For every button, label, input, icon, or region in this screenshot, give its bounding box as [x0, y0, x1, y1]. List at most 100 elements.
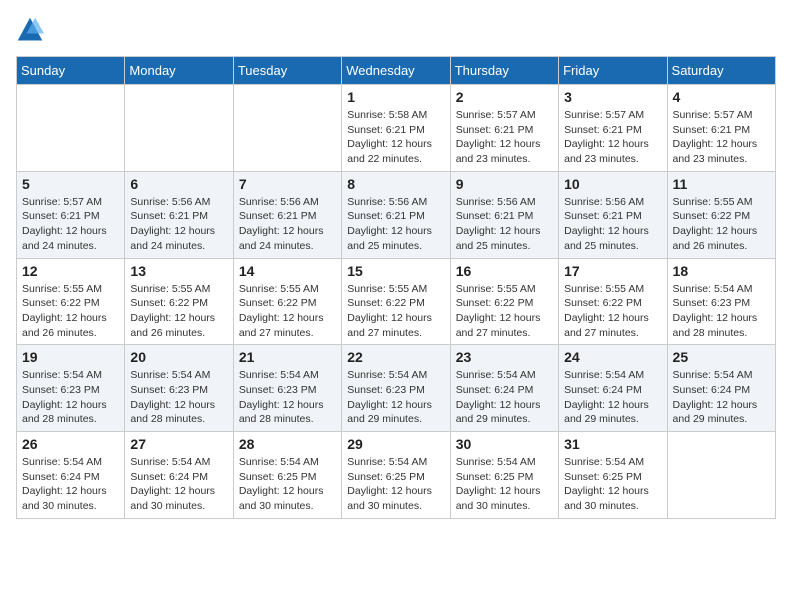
calendar-week-5: 26 Sunrise: 5:54 AMSunset: 6:24 PMDayligh… — [17, 432, 776, 519]
cell-sun-info: Sunrise: 5:55 AMSunset: 6:22 PMDaylight:… — [564, 282, 661, 341]
weekday-header-saturday: Saturday — [667, 57, 775, 85]
calendar-week-1: 1 Sunrise: 5:58 AMSunset: 6:21 PMDaylight… — [17, 85, 776, 172]
day-number: 24 — [564, 349, 661, 365]
day-number: 12 — [22, 263, 119, 279]
cell-sun-info: Sunrise: 5:55 AMSunset: 6:22 PMDaylight:… — [673, 195, 770, 254]
calendar-cell: 24Sunrise: 5:54 AMSunset: 6:24 PMDayligh… — [559, 345, 667, 432]
day-number: 13 — [130, 263, 227, 279]
cell-sun-info: Sunrise: 5:57 AMSunset: 6:21 PMDaylight:… — [564, 108, 661, 167]
calendar-week-4: 19 Sunrise: 5:54 AMSunset: 6:23 PMDayligh… — [17, 345, 776, 432]
calendar-cell: 5 Sunrise: 5:57 AMSunset: 6:21 PMDaylight… — [17, 171, 125, 258]
weekday-header-thursday: Thursday — [450, 57, 558, 85]
calendar-cell — [17, 85, 125, 172]
day-number: 19 — [22, 349, 119, 365]
calendar-cell: 26Sunrise: 5:54 AMSunset: 6:24 PMDayligh… — [17, 432, 125, 519]
cell-sun-info: Sunrise: 5:54 AMSunset: 6:24 PMDaylight:… — [456, 368, 553, 427]
day-number: 21 — [239, 349, 336, 365]
cell-sun-info: Sunrise: 5:55 AMSunset: 6:22 PMDaylight:… — [347, 282, 444, 341]
day-number: 6 — [130, 176, 227, 192]
day-number: 23 — [456, 349, 553, 365]
calendar-cell: 21 Sunrise: 5:54 AMSunset: 6:23 PMDayligh… — [233, 345, 341, 432]
calendar-cell: 19 Sunrise: 5:54 AMSunset: 6:23 PMDayligh… — [17, 345, 125, 432]
day-number: 1 — [347, 89, 444, 105]
weekday-header-monday: Monday — [125, 57, 233, 85]
cell-sun-info: Sunrise: 5:54 AMSunset: 6:25 PMDaylight:… — [347, 455, 444, 514]
calendar-cell: 27 Sunrise: 5:54 AMSunset: 6:24 PMDayligh… — [125, 432, 233, 519]
cell-sun-info: Sunrise: 5:55 AMSunset: 6:22 PMDaylight:… — [239, 282, 336, 341]
calendar-cell: 17 Sunrise: 5:55 AMSunset: 6:22 PMDayligh… — [559, 258, 667, 345]
calendar-cell: 12Sunrise: 5:55 AMSunset: 6:22 PMDayligh… — [17, 258, 125, 345]
weekday-header-friday: Friday — [559, 57, 667, 85]
calendar-cell: 14 Sunrise: 5:55 AMSunset: 6:22 PMDayligh… — [233, 258, 341, 345]
cell-sun-info: Sunrise: 5:55 AMSunset: 6:22 PMDaylight:… — [130, 282, 227, 341]
calendar-cell — [125, 85, 233, 172]
calendar-cell: 6Sunrise: 5:56 AMSunset: 6:21 PMDaylight… — [125, 171, 233, 258]
calendar-cell: 18Sunrise: 5:54 AMSunset: 6:23 PMDayligh… — [667, 258, 775, 345]
day-number: 27 — [130, 436, 227, 452]
cell-sun-info: Sunrise: 5:56 AMSunset: 6:21 PMDaylight:… — [564, 195, 661, 254]
day-number: 29 — [347, 436, 444, 452]
calendar-week-2: 5 Sunrise: 5:57 AMSunset: 6:21 PMDaylight… — [17, 171, 776, 258]
calendar-cell: 15 Sunrise: 5:55 AMSunset: 6:22 PMDayligh… — [342, 258, 450, 345]
calendar-table: SundayMondayTuesdayWednesdayThursdayFrid… — [16, 56, 776, 519]
calendar-cell: 11 Sunrise: 5:55 AMSunset: 6:22 PMDayligh… — [667, 171, 775, 258]
cell-sun-info: Sunrise: 5:57 AMSunset: 6:21 PMDaylight:… — [456, 108, 553, 167]
day-number: 14 — [239, 263, 336, 279]
page-header — [16, 16, 776, 44]
day-number: 20 — [130, 349, 227, 365]
day-number: 8 — [347, 176, 444, 192]
calendar-cell: 20 Sunrise: 5:54 AMSunset: 6:23 PMDayligh… — [125, 345, 233, 432]
calendar-cell: 4Sunrise: 5:57 AMSunset: 6:21 PMDaylight… — [667, 85, 775, 172]
cell-sun-info: Sunrise: 5:58 AMSunset: 6:21 PMDaylight:… — [347, 108, 444, 167]
calendar-cell: 13 Sunrise: 5:55 AMSunset: 6:22 PMDayligh… — [125, 258, 233, 345]
cell-sun-info: Sunrise: 5:54 AMSunset: 6:24 PMDaylight:… — [130, 455, 227, 514]
calendar-cell: 1 Sunrise: 5:58 AMSunset: 6:21 PMDaylight… — [342, 85, 450, 172]
cell-sun-info: Sunrise: 5:54 AMSunset: 6:23 PMDaylight:… — [130, 368, 227, 427]
weekday-header-wednesday: Wednesday — [342, 57, 450, 85]
calendar-cell: 30 Sunrise: 5:54 AMSunset: 6:25 PMDayligh… — [450, 432, 558, 519]
weekday-header-sunday: Sunday — [17, 57, 125, 85]
cell-sun-info: Sunrise: 5:54 AMSunset: 6:24 PMDaylight:… — [673, 368, 770, 427]
day-number: 9 — [456, 176, 553, 192]
cell-sun-info: Sunrise: 5:54 AMSunset: 6:25 PMDaylight:… — [239, 455, 336, 514]
calendar-cell: 9 Sunrise: 5:56 AMSunset: 6:21 PMDaylight… — [450, 171, 558, 258]
cell-sun-info: Sunrise: 5:57 AMSunset: 6:21 PMDaylight:… — [22, 195, 119, 254]
calendar-cell: 22Sunrise: 5:54 AMSunset: 6:23 PMDayligh… — [342, 345, 450, 432]
calendar-cell: 28Sunrise: 5:54 AMSunset: 6:25 PMDayligh… — [233, 432, 341, 519]
day-number: 16 — [456, 263, 553, 279]
calendar-cell: 3 Sunrise: 5:57 AMSunset: 6:21 PMDaylight… — [559, 85, 667, 172]
calendar-cell: 25 Sunrise: 5:54 AMSunset: 6:24 PMDayligh… — [667, 345, 775, 432]
day-number: 5 — [22, 176, 119, 192]
day-number: 22 — [347, 349, 444, 365]
cell-sun-info: Sunrise: 5:56 AMSunset: 6:21 PMDaylight:… — [347, 195, 444, 254]
calendar-cell: 31 Sunrise: 5:54 AMSunset: 6:25 PMDayligh… — [559, 432, 667, 519]
day-number: 31 — [564, 436, 661, 452]
cell-sun-info: Sunrise: 5:54 AMSunset: 6:25 PMDaylight:… — [456, 455, 553, 514]
calendar-header: SundayMondayTuesdayWednesdayThursdayFrid… — [17, 57, 776, 85]
day-number: 30 — [456, 436, 553, 452]
day-number: 15 — [347, 263, 444, 279]
day-number: 10 — [564, 176, 661, 192]
calendar-cell — [667, 432, 775, 519]
day-number: 11 — [673, 176, 770, 192]
cell-sun-info: Sunrise: 5:56 AMSunset: 6:21 PMDaylight:… — [456, 195, 553, 254]
day-number: 7 — [239, 176, 336, 192]
cell-sun-info: Sunrise: 5:55 AMSunset: 6:22 PMDaylight:… — [456, 282, 553, 341]
cell-sun-info: Sunrise: 5:54 AMSunset: 6:25 PMDaylight:… — [564, 455, 661, 514]
cell-sun-info: Sunrise: 5:56 AMSunset: 6:21 PMDaylight:… — [239, 195, 336, 254]
day-number: 25 — [673, 349, 770, 365]
day-number: 26 — [22, 436, 119, 452]
logo-icon — [16, 16, 44, 44]
calendar-cell: 16 Sunrise: 5:55 AMSunset: 6:22 PMDayligh… — [450, 258, 558, 345]
calendar-week-3: 12 Sunrise: 5:55 AMSunset: 6:22 PMDayligh… — [17, 258, 776, 345]
day-number: 3 — [564, 89, 661, 105]
cell-sun-info: Sunrise: 5:57 AMSunset: 6:21 PMDaylight:… — [673, 108, 770, 167]
day-number: 2 — [456, 89, 553, 105]
day-number: 17 — [564, 263, 661, 279]
calendar-cell: 23 Sunrise: 5:54 AMSunset: 6:24 PMDayligh… — [450, 345, 558, 432]
calendar-cell: 2 Sunrise: 5:57 AMSunset: 6:21 PMDaylight… — [450, 85, 558, 172]
cell-sun-info: Sunrise: 5:54 AMSunset: 6:23 PMDaylight:… — [22, 368, 119, 427]
day-number: 18 — [673, 263, 770, 279]
cell-sun-info: Sunrise: 5:54 AMSunset: 6:23 PMDaylight:… — [239, 368, 336, 427]
weekday-header-tuesday: Tuesday — [233, 57, 341, 85]
